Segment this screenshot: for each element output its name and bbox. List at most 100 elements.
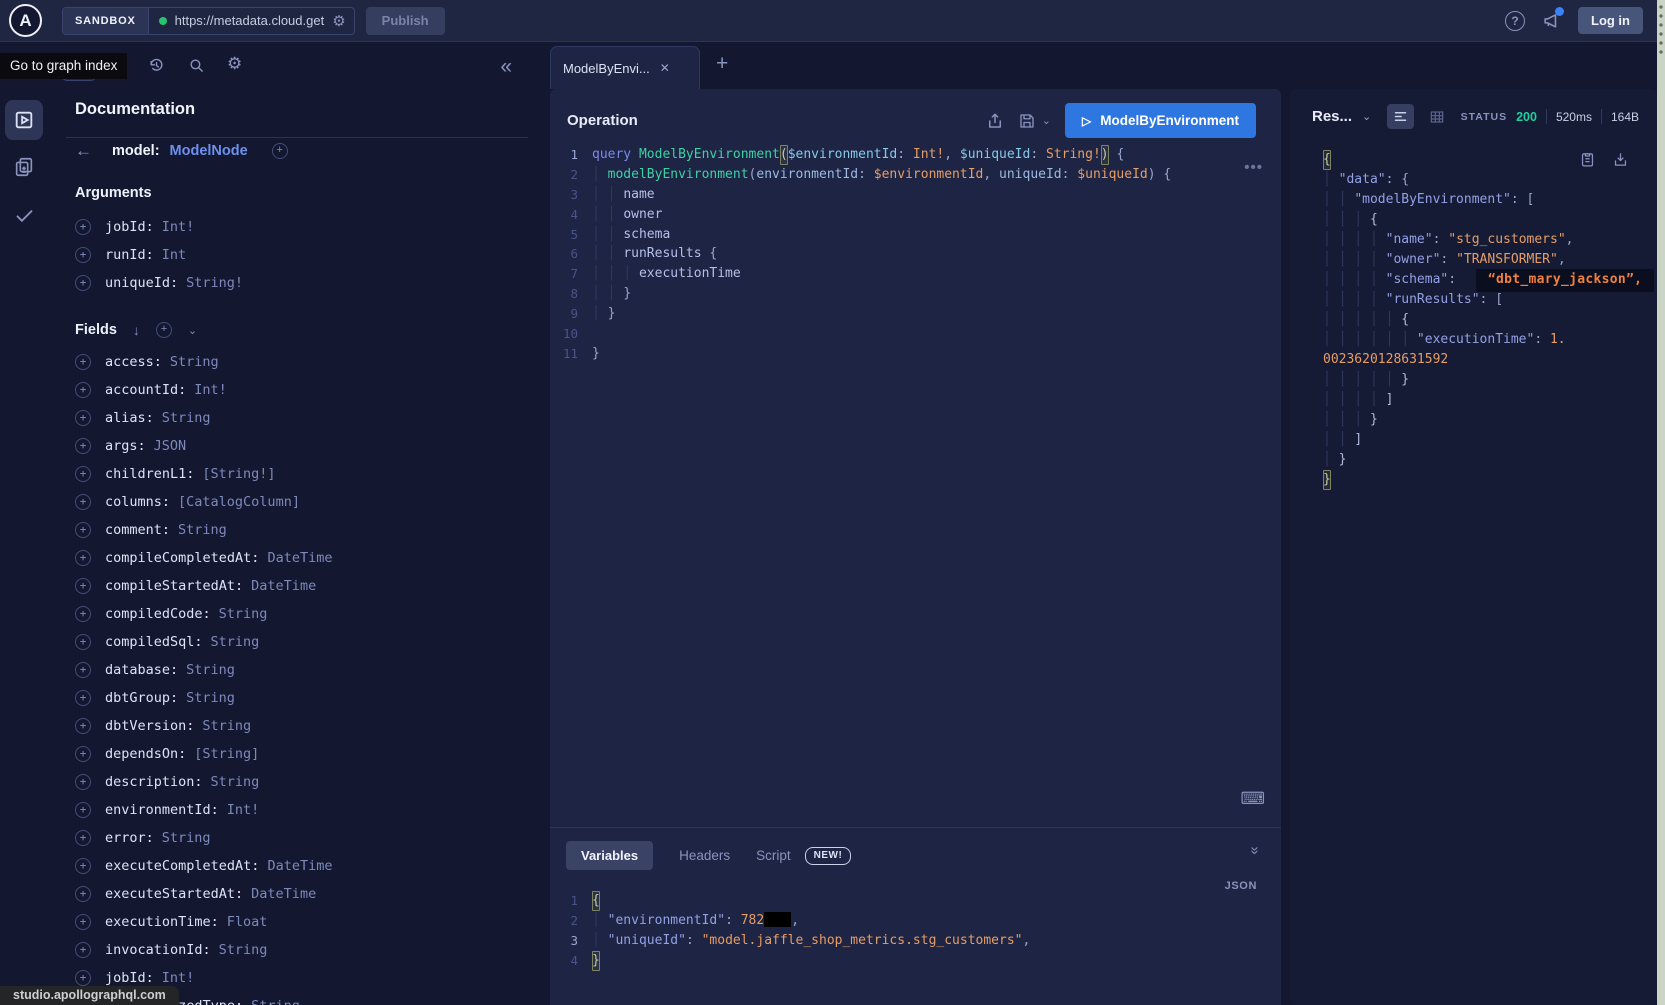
variables-editor[interactable]: 1{2│ "environmentId": 782,3│ "uniqueId":…: [550, 891, 1281, 971]
field-type[interactable]: String: [251, 998, 300, 1005]
add-to-query-button[interactable]: +: [75, 275, 91, 291]
code-line[interactable]: │ │ │ │ "owner": "TRANSFORMER",: [1323, 250, 1647, 270]
docs-type-link[interactable]: ModelNode: [170, 143, 248, 159]
endpoint-url-text[interactable]: https://metadata.cloud.get: [175, 13, 325, 28]
run-button[interactable]: ▷ ModelByEnvironment: [1065, 103, 1256, 138]
add-to-query-button[interactable]: +: [75, 494, 91, 510]
publish-button[interactable]: Publish: [366, 7, 445, 35]
code-line[interactable]: 0023620128631592: [1323, 350, 1647, 370]
code-line[interactable]: 4│ │ owner: [550, 205, 1281, 225]
doc-field-row[interactable]: +runId:Int: [48, 241, 550, 269]
doc-field-row[interactable]: +comment:String: [48, 516, 550, 544]
collapse-sidebar-button[interactable]: «: [500, 55, 512, 79]
collapse-panel-icon[interactable]: »: [1246, 846, 1263, 854]
field-type[interactable]: String!: [186, 275, 243, 291]
field-type[interactable]: String: [162, 410, 211, 426]
code-line[interactable]: 1query ModelByEnvironment($environmentId…: [550, 145, 1281, 165]
apollo-logo[interactable]: A: [9, 4, 42, 37]
add-to-query-button[interactable]: +: [75, 830, 91, 846]
search-icon[interactable]: [188, 57, 205, 74]
field-type[interactable]: String: [219, 606, 268, 622]
code-line[interactable]: 3│ │ name: [550, 185, 1281, 205]
doc-field-row[interactable]: +environmentId:Int!: [48, 796, 550, 824]
code-line[interactable]: │ │ │ │ "runResults": [: [1323, 290, 1647, 310]
code-line[interactable]: }: [1323, 470, 1647, 490]
field-type[interactable]: [CatalogColumn]: [178, 494, 300, 510]
code-line[interactable]: 1{: [550, 891, 1281, 911]
sandbox-badge[interactable]: SANDBOX: [63, 8, 149, 34]
doc-field-row[interactable]: +description:String: [48, 768, 550, 796]
doc-field-row[interactable]: +alias:String: [48, 404, 550, 432]
field-type[interactable]: String: [178, 522, 227, 538]
new-tab-button[interactable]: +: [716, 52, 728, 76]
doc-field-row[interactable]: +invocationId:String: [48, 936, 550, 964]
keyboard-shortcuts-icon[interactable]: ⌨: [1240, 789, 1265, 809]
history-icon[interactable]: [148, 57, 165, 74]
tab-operation[interactable]: ModelByEnvi... ✕: [550, 46, 700, 89]
tab-headers[interactable]: Headers: [679, 848, 730, 863]
code-line[interactable]: │ │ │ }: [1323, 410, 1647, 430]
explorer-nav-button[interactable]: [5, 100, 43, 140]
field-type[interactable]: DateTime: [267, 858, 332, 874]
field-type[interactable]: DateTime: [251, 886, 316, 902]
field-type[interactable]: String: [211, 634, 260, 650]
back-icon[interactable]: ←: [75, 141, 92, 161]
close-tab-icon[interactable]: ✕: [660, 61, 670, 75]
add-to-query-button[interactable]: +: [75, 662, 91, 678]
endpoint-url-input[interactable]: https://metadata.cloud.get ⚙: [149, 8, 354, 34]
add-to-query-button[interactable]: +: [75, 690, 91, 706]
code-line[interactable]: │ │ │ │ │ }: [1323, 370, 1647, 390]
code-line[interactable]: 3│ "uniqueId": "model.jaffle_shop_metric…: [550, 931, 1281, 951]
add-to-query-button[interactable]: +: [75, 802, 91, 818]
save-options-chevron-icon[interactable]: ⌄: [1042, 114, 1051, 127]
settings-gear-icon[interactable]: ⚙: [227, 54, 242, 74]
doc-field-row[interactable]: +compileStartedAt:DateTime: [48, 572, 550, 600]
field-type[interactable]: String: [211, 774, 260, 790]
field-type[interactable]: String: [162, 830, 211, 846]
doc-field-row[interactable]: +accountId:Int!: [48, 376, 550, 404]
tab-variables[interactable]: Variables: [566, 841, 653, 870]
field-type[interactable]: String: [170, 354, 219, 370]
field-type[interactable]: DateTime: [251, 578, 316, 594]
code-line[interactable]: │ │ ]: [1323, 430, 1647, 450]
doc-field-row[interactable]: +compileCompletedAt:DateTime: [48, 544, 550, 572]
field-type[interactable]: Int: [162, 247, 186, 263]
code-line[interactable]: 5│ │ schema: [550, 225, 1281, 245]
add-to-query-button[interactable]: +: [75, 886, 91, 902]
code-line[interactable]: 6│ │ runResults {: [550, 244, 1281, 264]
doc-field-row[interactable]: +executeCompletedAt:DateTime: [48, 852, 550, 880]
field-type[interactable]: [String]: [194, 746, 259, 762]
add-to-query-button[interactable]: +: [75, 219, 91, 235]
add-to-query-button[interactable]: +: [75, 606, 91, 622]
add-field-button[interactable]: +: [272, 143, 288, 159]
add-to-query-button[interactable]: +: [75, 410, 91, 426]
doc-field-row[interactable]: +compiledSql:String: [48, 628, 550, 656]
code-line[interactable]: │ │ │ │ │ │ "executionTime": 1.: [1323, 330, 1647, 350]
add-to-query-button[interactable]: +: [75, 914, 91, 930]
response-chevron-icon[interactable]: ⌄: [1362, 110, 1371, 123]
window-scrollbar[interactable]: [1657, 0, 1665, 1005]
code-line[interactable]: │ "data": {: [1323, 170, 1647, 190]
checks-nav-button[interactable]: [0, 205, 48, 226]
field-type[interactable]: Float: [227, 914, 268, 930]
field-type[interactable]: JSON: [154, 438, 187, 454]
add-to-query-button[interactable]: +: [75, 634, 91, 650]
code-line[interactable]: 8│ │ }: [550, 284, 1281, 304]
chevron-down-icon[interactable]: ⌄: [188, 324, 197, 337]
code-line[interactable]: 10: [550, 324, 1281, 344]
response-title[interactable]: Res...: [1312, 108, 1352, 125]
add-to-query-button[interactable]: +: [75, 550, 91, 566]
doc-field-row[interactable]: +database:String: [48, 656, 550, 684]
schema-nav-button[interactable]: [0, 156, 48, 178]
doc-field-row[interactable]: +dbtGroup:String: [48, 684, 550, 712]
field-type[interactable]: Int!: [227, 802, 260, 818]
add-to-query-button[interactable]: +: [75, 970, 91, 986]
code-line[interactable]: 2│ modelByEnvironment(environmentId: $en…: [550, 165, 1281, 185]
sort-icon[interactable]: ↓: [133, 322, 140, 338]
add-to-query-button[interactable]: +: [75, 466, 91, 482]
field-type[interactable]: String: [186, 662, 235, 678]
field-type[interactable]: String: [186, 690, 235, 706]
code-line[interactable]: │ │ │ │ │ {: [1323, 310, 1647, 330]
code-line[interactable]: 11}: [550, 344, 1281, 364]
field-type[interactable]: DateTime: [267, 550, 332, 566]
